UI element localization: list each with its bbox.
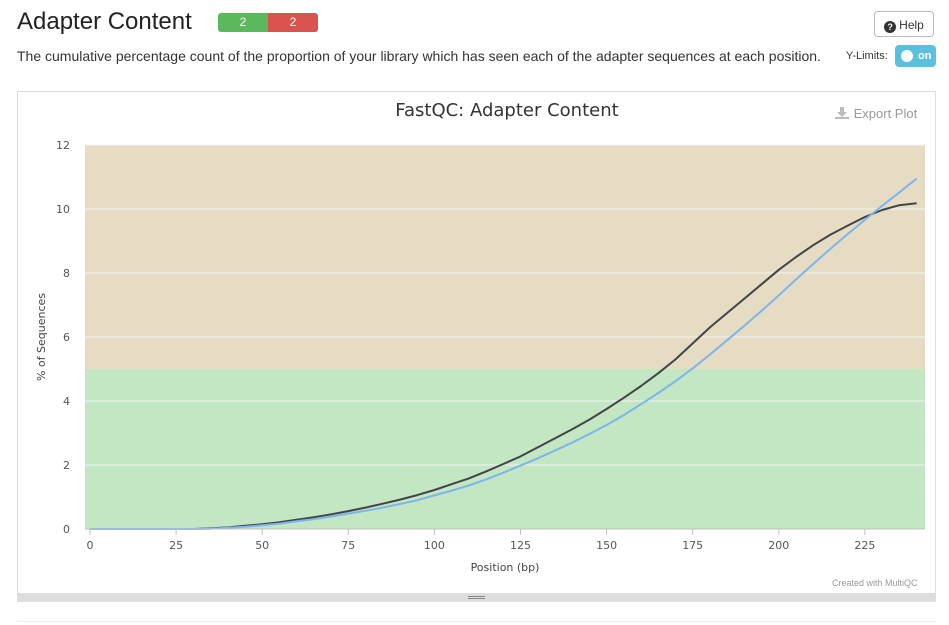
x-tick-label: 100: [424, 539, 445, 552]
x-tick-label: 150: [596, 539, 617, 552]
x-tick-label: 0: [87, 539, 94, 552]
x-tick-label: 25: [169, 539, 183, 552]
download-icon: [835, 107, 849, 119]
y-tick-label: 10: [56, 203, 70, 216]
export-plot-button[interactable]: Export Plot: [834, 106, 917, 121]
y-tick-label: 6: [63, 331, 70, 344]
resize-grip-icon: [468, 596, 485, 599]
y-tick-label: 2: [63, 459, 70, 472]
y-axis-label: % of Sequences: [35, 293, 48, 381]
x-tick-label: 50: [255, 539, 269, 552]
y-tick-label: 0: [63, 523, 70, 536]
section-divider: [17, 621, 936, 622]
y-tick-label: 8: [63, 267, 70, 280]
band-warn: [85, 145, 925, 369]
band-pass: [85, 369, 925, 529]
export-plot-label: Export Plot: [853, 106, 918, 121]
x-tick-label: 225: [854, 539, 875, 552]
created-with-credit: Created with MultiQC: [832, 578, 918, 588]
chart-title: FastQC: Adapter Content: [395, 100, 618, 121]
x-tick-label: 125: [510, 539, 531, 552]
adapter-content-chart: 0 25 50 75 100 125 150 175 200 225 0 2 4 6 8 10 12 Fast…: [35, 100, 925, 574]
x-axis-label: Position (bp): [471, 561, 540, 574]
x-tick-label: 175: [682, 539, 703, 552]
y-tick-label: 4: [63, 395, 70, 408]
x-tick-label: 75: [341, 539, 355, 552]
y-tick-label: 12: [56, 139, 70, 152]
plot-resize-handle[interactable]: [17, 593, 936, 602]
x-tick-label: 200: [768, 539, 789, 552]
